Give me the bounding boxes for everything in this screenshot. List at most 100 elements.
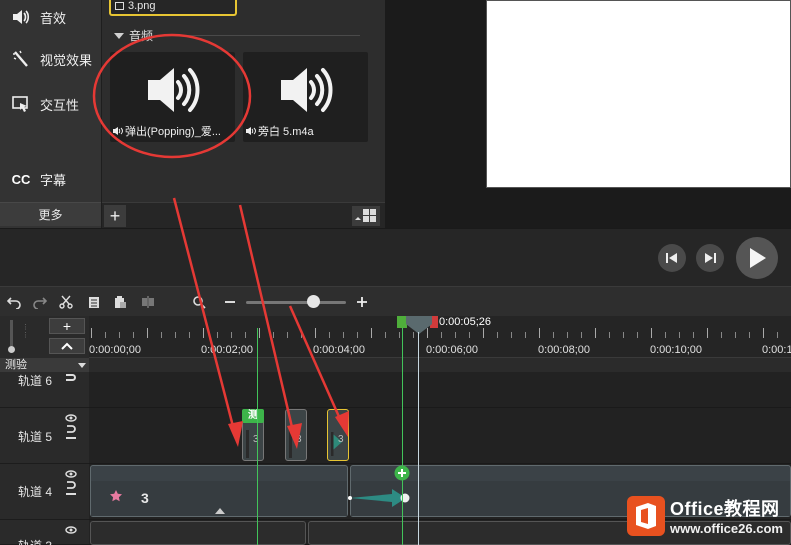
- star-icon: [110, 490, 122, 502]
- zoom-slider-handle[interactable]: [307, 295, 320, 308]
- zoom-search-icon[interactable]: [191, 294, 207, 310]
- track-selector-value: 测验: [5, 359, 27, 371]
- zoom-out-icon[interactable]: [222, 294, 238, 310]
- add-track-button[interactable]: +: [49, 318, 85, 334]
- ruler-tick: [441, 332, 442, 338]
- speaker-icon: [10, 6, 32, 28]
- marker-line: [257, 328, 258, 545]
- step-forward-button[interactable]: [696, 244, 724, 272]
- clip-label: 3: [296, 434, 302, 445]
- camtasia-window: 音效 视觉效果 交互性 CC 字幕 更多 3.png 音频 弹出(Popping…: [0, 0, 791, 545]
- clip-label: 3: [141, 490, 149, 506]
- track-lane-6[interactable]: [89, 372, 791, 408]
- track-lane-5[interactable]: [89, 408, 791, 464]
- sidebar-item-interactivity[interactable]: 交互性: [0, 87, 101, 121]
- canvas-preview[interactable]: [486, 0, 791, 188]
- quiz-marker-badge[interactable]: 测: [242, 409, 264, 423]
- track-header-6[interactable]: 轨道 6: [0, 372, 89, 408]
- lock-icon[interactable]: [65, 424, 77, 434]
- ruler-tick: [147, 328, 148, 338]
- lock-icon[interactable]: [65, 480, 77, 490]
- eye-icon[interactable]: [65, 526, 77, 534]
- canvas-area: [385, 0, 791, 228]
- split-icon[interactable]: [140, 294, 156, 310]
- dropdown-arrow-icon: [78, 363, 86, 368]
- plus-icon: +: [109, 206, 121, 226]
- media-item-label: 旁白 5.m4a: [258, 126, 314, 138]
- ruler-label: 0:00:00;00: [89, 344, 141, 356]
- ruler-tick: [287, 332, 288, 338]
- ruler-tick: [497, 332, 498, 338]
- ruler-label: 0:00:1: [762, 344, 791, 356]
- track-selector-dropdown[interactable]: 测验: [0, 358, 89, 372]
- ruler-tick: [119, 332, 120, 338]
- track-controls: [64, 374, 78, 381]
- ruler-tick: [637, 332, 638, 338]
- view-toggle-button[interactable]: [352, 206, 380, 226]
- sidebar-item-label: 视觉效果: [40, 52, 93, 68]
- ruler-tick: [413, 332, 414, 338]
- play-button[interactable]: [736, 237, 778, 279]
- eye-icon[interactable]: [65, 414, 77, 422]
- grid-view-icon: [355, 209, 376, 222]
- paste-icon[interactable]: [112, 294, 128, 310]
- audio-item-narration[interactable]: 旁白 5.m4a: [243, 52, 368, 142]
- ruler-tick: [735, 332, 736, 338]
- sidebar-item-label: 字幕: [40, 172, 67, 188]
- ruler-tick: [217, 332, 218, 338]
- redo-icon[interactable]: [32, 294, 48, 310]
- track-controls: [64, 526, 78, 534]
- ruler-tick: [427, 328, 428, 338]
- clip-expand-arrow-icon[interactable]: [215, 508, 225, 514]
- ruler-tick: [763, 328, 764, 338]
- ruler-tick: [189, 332, 190, 338]
- media-clip-3[interactable]: 3: [90, 465, 348, 517]
- track-height-handle[interactable]: [8, 346, 15, 353]
- track-name: 轨道 4: [18, 485, 53, 499]
- audio-section-header[interactable]: 音频: [114, 27, 153, 44]
- sidebar-item-label: 音效: [40, 10, 67, 26]
- selection-start-handle[interactable]: [397, 316, 407, 328]
- track-header-5[interactable]: 轨道 5: [0, 408, 89, 464]
- speaker-large-icon: [148, 68, 200, 112]
- playhead-line: [418, 332, 419, 545]
- sidebar-item-audio-effects[interactable]: 音效: [0, 0, 101, 34]
- cursor-box-icon: [10, 93, 32, 115]
- lock-icon[interactable]: [66, 374, 76, 381]
- sidebar-item-visual-effects[interactable]: 视觉效果: [0, 42, 101, 76]
- zoom-in-icon[interactable]: [354, 294, 370, 310]
- audio-clip-selected[interactable]: 3: [327, 409, 349, 461]
- step-back-button[interactable]: [658, 244, 686, 272]
- track-name: 轨道 6: [18, 374, 53, 388]
- track-header-3[interactable]: 轨道 3: [0, 520, 89, 545]
- transition-animation-arrow[interactable]: [346, 486, 414, 508]
- ruler-tick: [231, 332, 232, 338]
- drag-grip-icon: ⋮ ⋮: [22, 324, 29, 339]
- track-menu-icon[interactable]: [65, 436, 77, 440]
- media-bin-footer: +: [102, 202, 386, 228]
- media-item-image[interactable]: 3.png: [109, 0, 237, 16]
- ruler-tick: [91, 328, 92, 338]
- audio-item-popping[interactable]: 弹出(Popping)_爱...: [110, 52, 235, 142]
- tools-sidebar: 音效 视觉效果 交互性 CC 字幕 更多: [0, 0, 101, 228]
- sidebar-item-captions[interactable]: CC 字幕: [0, 162, 101, 196]
- track-height-slider[interactable]: [10, 320, 13, 346]
- more-button[interactable]: 更多: [0, 202, 101, 226]
- eye-icon[interactable]: [65, 470, 77, 478]
- track-header-4[interactable]: 轨道 4: [0, 464, 89, 520]
- cut-icon[interactable]: [58, 294, 74, 310]
- timeline-clip[interactable]: [90, 521, 306, 545]
- track-menu-icon[interactable]: [65, 492, 77, 496]
- undo-icon[interactable]: [6, 294, 22, 310]
- add-media-button[interactable]: +: [104, 205, 126, 227]
- zoom-slider-track[interactable]: [246, 301, 346, 304]
- image-icon: [115, 2, 124, 10]
- add-marker-icon[interactable]: [394, 465, 410, 481]
- audio-clip[interactable]: 3: [285, 409, 307, 461]
- ruler-tick: [567, 332, 568, 338]
- copy-icon[interactable]: [86, 294, 102, 310]
- ruler-tick: [721, 332, 722, 338]
- speaker-small-icon: [112, 126, 123, 136]
- collapse-tracks-button[interactable]: [49, 338, 85, 354]
- selection-start-line: [402, 328, 403, 545]
